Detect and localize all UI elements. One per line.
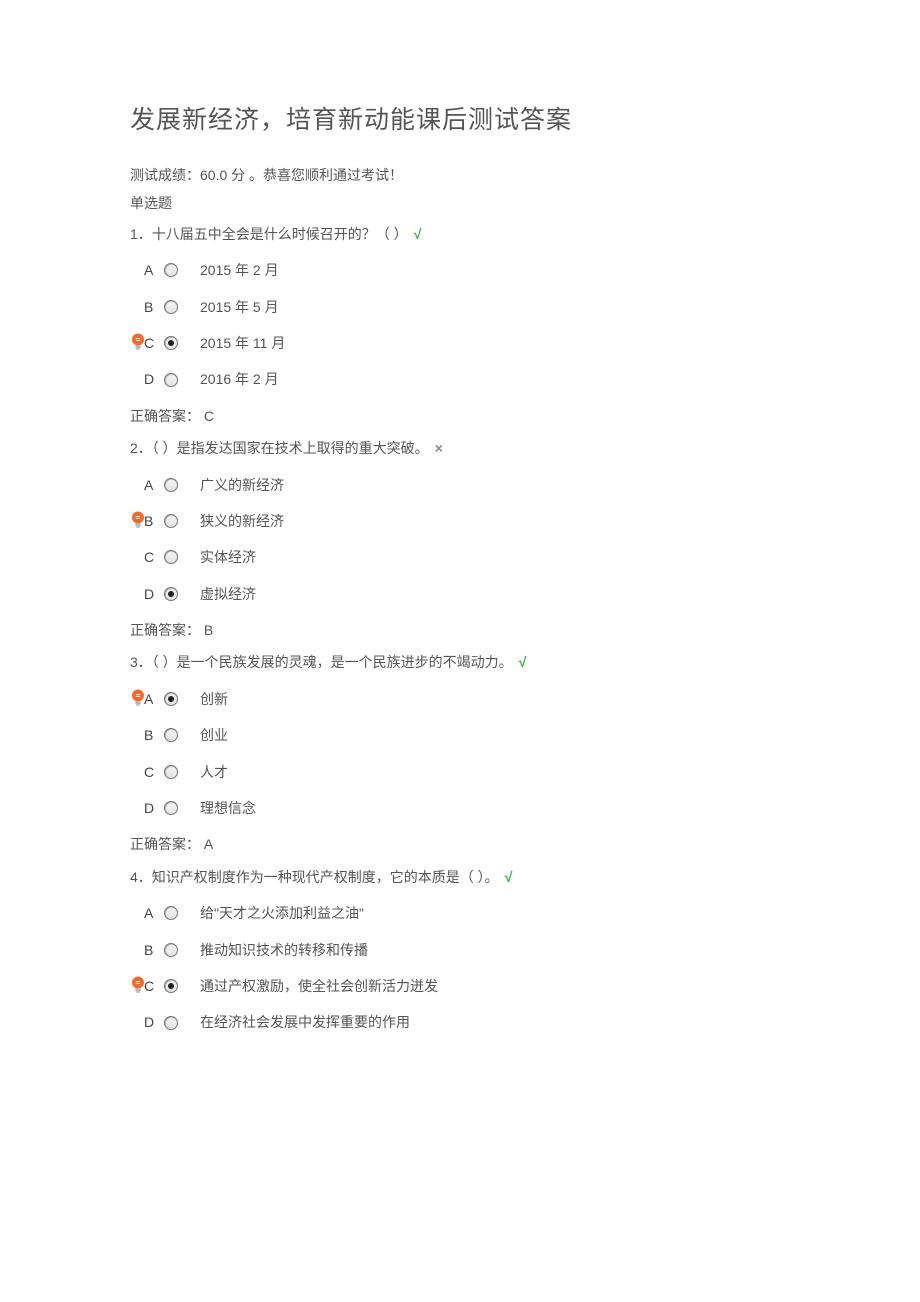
option-text: 通过产权激励，使全社会创新活力迸发 [192,975,438,997]
option-letter: D [144,583,162,605]
option-row: C 实体经济 [130,546,790,568]
question: 2．（ ）是指发达国家在技术上取得的重大突破。 × [130,437,790,459]
radio-button[interactable] [162,979,192,993]
option-row: A 给"天才之火添加利益之油" [130,902,790,924]
option-text: 人才 [192,761,228,783]
radio-button[interactable] [162,373,192,387]
correct-answer: 正确答案： B [130,619,790,641]
check-icon: √ [519,651,527,673]
option-row: D 2016 年 2 月 [130,368,790,390]
option-row: B 创业 [130,724,790,746]
option-letter: A [144,474,162,496]
option-letter: A [144,688,162,710]
check-icon: √ [505,866,513,888]
radio-button[interactable] [162,1016,192,1030]
question-text: 4．知识产权制度作为一种现代产权制度，它的本质是（ ）。 [130,869,499,885]
option-row: B 2015 年 5 月 [130,296,790,318]
option-row: B 推动知识技术的转移和传播 [130,939,790,961]
cross-icon: × [435,437,443,459]
option-text: 广义的新经济 [192,474,284,496]
radio-button[interactable] [162,692,192,706]
check-icon: √ [414,223,422,245]
option-text: 虚拟经济 [192,583,256,605]
option-text: 狭义的新经济 [192,510,284,532]
option-letter: C [144,975,162,997]
section-label: 单选题 [130,192,790,214]
option-row: A 创新 [130,688,790,710]
option-text: 实体经济 [192,546,256,568]
radio-button[interactable] [162,300,192,314]
option-text: 2016 年 2 月 [192,368,279,390]
option-letter: B [144,510,162,532]
option-text: 理想信念 [192,797,256,819]
option-text: 2015 年 2 月 [192,259,279,281]
option-row: B 狭义的新经济 [130,510,790,532]
option-letter: C [144,761,162,783]
option-row: A 广义的新经济 [130,474,790,496]
question-text: 1．十八届五中全会是什么时候召开的？（ ） [130,226,408,242]
radio-button[interactable] [162,728,192,742]
option-row: C 人才 [130,761,790,783]
option-letter: D [144,797,162,819]
option-text: 2015 年 11 月 [192,332,285,354]
question: 4．知识产权制度作为一种现代产权制度，它的本质是（ ）。 √ [130,866,790,888]
option-letter: C [144,546,162,568]
question: 1．十八届五中全会是什么时候召开的？（ ） √ [130,223,790,245]
option-letter: D [144,1011,162,1033]
correct-answer: 正确答案： C [130,405,790,427]
radio-button[interactable] [162,478,192,492]
questions-container: 1．十八届五中全会是什么时候召开的？（ ） √ A 2015 年 2 月 B 2015 年… [130,223,790,1034]
option-row: C 通过产权激励，使全社会创新活力迸发 [130,975,790,997]
option-row: D 理想信念 [130,797,790,819]
radio-button[interactable] [162,906,192,920]
option-letter: A [144,902,162,924]
radio-button[interactable] [162,336,192,350]
radio-button[interactable] [162,263,192,277]
document-page: 发展新经济，培育新动能课后测试答案 测试成绩：60.0 分 。恭喜您顺利通过考试… [0,0,920,1108]
radio-button[interactable] [162,550,192,564]
option-row: D 在经济社会发展中发挥重要的作用 [130,1011,790,1033]
option-letter: B [144,724,162,746]
radio-button[interactable] [162,514,192,528]
question: 3．（ ）是一个民族发展的灵魂，是一个民族进步的不竭动力。 √ [130,651,790,673]
page-title: 发展新经济，培育新动能课后测试答案 [130,100,790,140]
option-row: C 2015 年 11 月 [130,332,790,354]
option-letter: B [144,296,162,318]
option-letter: A [144,259,162,281]
option-text: 创业 [192,724,228,746]
radio-button[interactable] [162,765,192,779]
correct-answer: 正确答案： A [130,833,790,855]
option-letter: C [144,332,162,354]
radio-button[interactable] [162,587,192,601]
question-text: 3．（ ）是一个民族发展的灵魂，是一个民族进步的不竭动力。 [130,654,513,670]
radio-button[interactable] [162,943,192,957]
option-text: 创新 [192,688,228,710]
radio-button[interactable] [162,801,192,815]
option-row: D 虚拟经济 [130,583,790,605]
option-letter: D [144,368,162,390]
option-letter: B [144,939,162,961]
question-text: 2．（ ）是指发达国家在技术上取得的重大突破。 [130,440,429,456]
option-text: 在经济社会发展中发挥重要的作用 [192,1011,410,1033]
option-text: 2015 年 5 月 [192,296,279,318]
option-text: 给"天才之火添加利益之油" [192,902,364,924]
option-text: 推动知识技术的转移和传播 [192,939,368,961]
option-row: A 2015 年 2 月 [130,259,790,281]
score-line: 测试成绩：60.0 分 。恭喜您顺利通过考试！ [130,164,790,186]
